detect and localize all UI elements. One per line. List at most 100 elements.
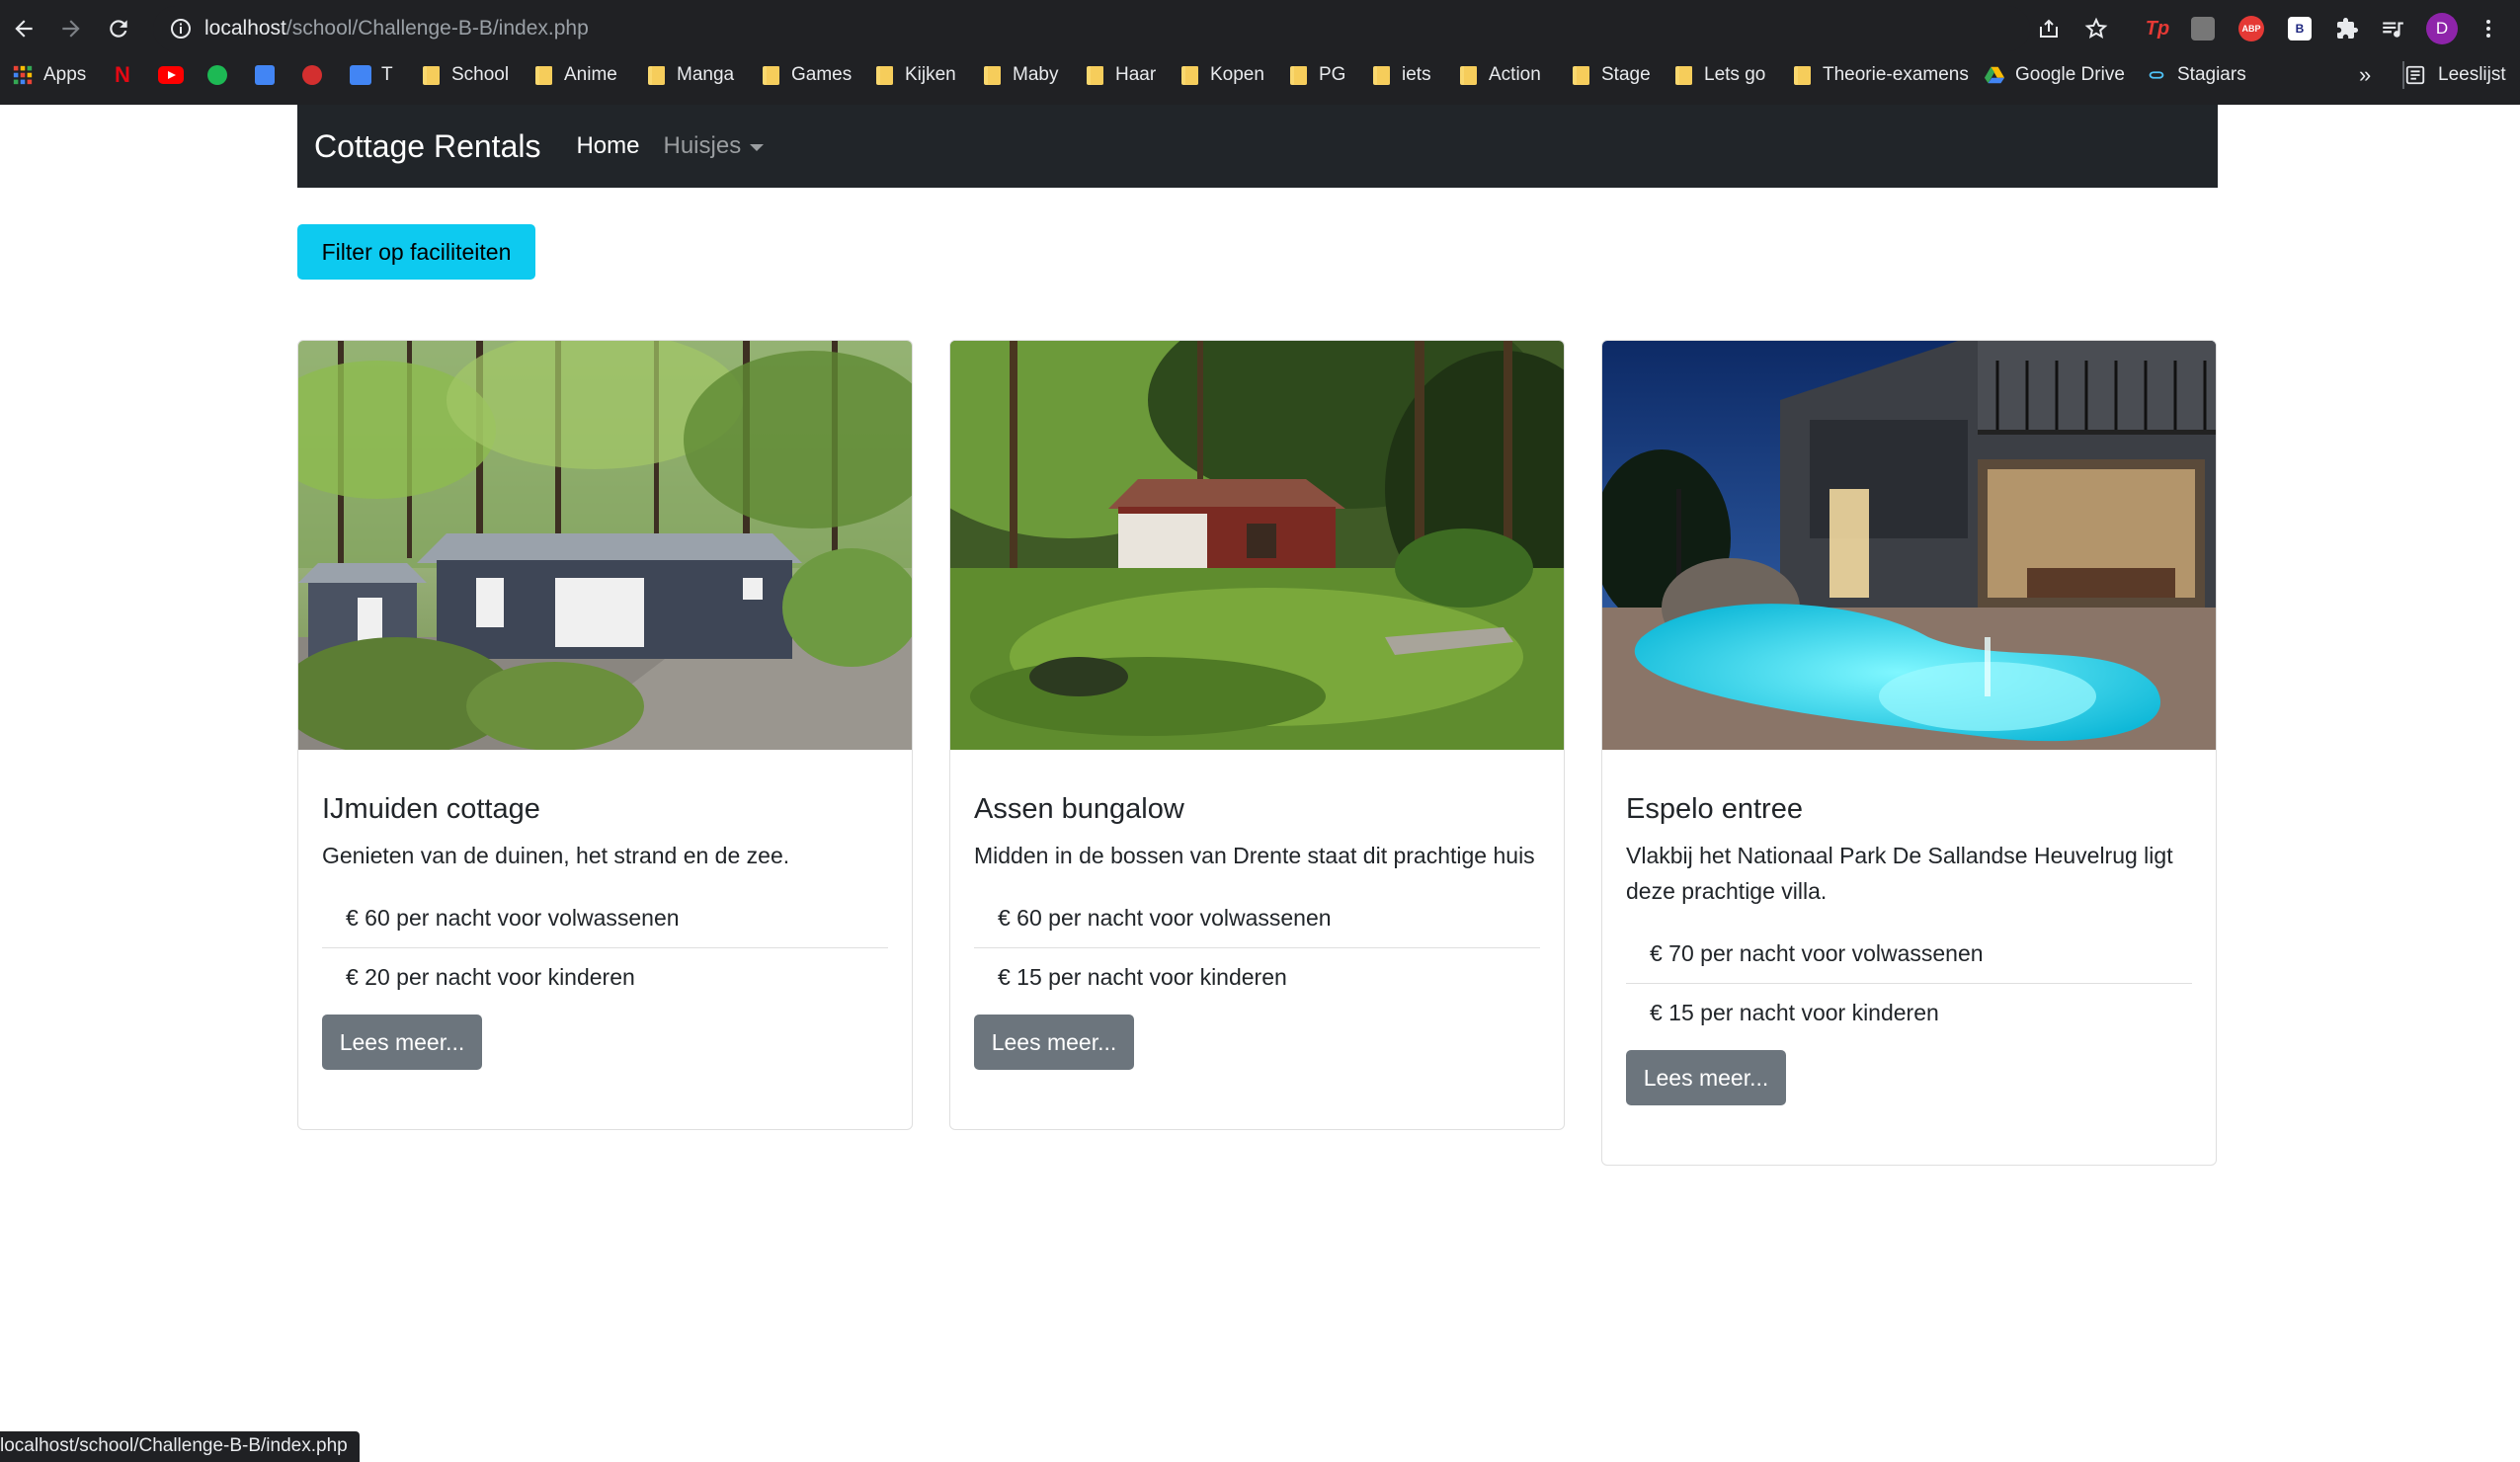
read-more-button[interactable]: Lees meer...	[1626, 1050, 1786, 1105]
bookmark-label: Stage	[1601, 64, 1651, 85]
folder-icon	[1181, 65, 1198, 85]
arrow-left-icon	[15, 20, 33, 38]
youtube-bookmark[interactable]	[158, 57, 184, 93]
bookmark-label: School	[451, 64, 510, 85]
folder-icon	[423, 65, 440, 85]
extension-icon[interactable]	[2191, 17, 2215, 41]
bookmark-folder-haar[interactable]: Haar	[1087, 57, 1156, 93]
bookmark-folder-theorie[interactable]: Theorie-examens	[1794, 57, 1969, 93]
google-drive-icon	[1984, 66, 2005, 84]
price-list: € 60 per nacht voor volwassenen € 20 per…	[298, 889, 912, 1007]
link-icon	[2149, 71, 2164, 79]
nav-huisjes-dropdown[interactable]: Huisjes	[664, 132, 765, 160]
reading-list-button[interactable]: Leeslijst	[2404, 57, 2506, 93]
bookmark-folder-games[interactable]: Games	[763, 57, 852, 93]
bookmark-stagiars[interactable]: Stagiars	[2146, 57, 2246, 93]
bookmark-folder-pg[interactable]: PG	[1290, 57, 1345, 93]
browser-menu-button[interactable]	[2475, 15, 2502, 42]
forward-button[interactable]	[55, 13, 87, 44]
bookmark-label: Anime	[564, 64, 617, 85]
card-title: IJmuiden cottage	[322, 793, 540, 825]
adblock-plus-icon[interactable]: ABP	[2238, 16, 2264, 41]
more-vertical-icon	[2486, 20, 2490, 38]
folder-icon	[1290, 65, 1307, 85]
media-control-button[interactable]	[2379, 15, 2406, 42]
price-adults: € 60 per nacht voor volwassenen	[346, 905, 680, 931]
folder-icon	[1373, 65, 1390, 85]
bookmark-folder-iets[interactable]: iets	[1373, 57, 1431, 93]
spotify-bookmark[interactable]	[207, 57, 235, 93]
read-more-button[interactable]: Lees meer...	[974, 1015, 1134, 1070]
bookmark-label: Kijken	[905, 64, 956, 85]
bookmark-folder-anime[interactable]: Anime	[535, 57, 617, 93]
nav-home-link[interactable]: Home	[576, 132, 639, 160]
price-children: € 15 per nacht voor kinderen	[1626, 983, 2192, 1042]
address-bar[interactable]: localhost/school/Challenge-B-B/index.php	[153, 6, 2030, 51]
bookmark-folder-manga[interactable]: Manga	[648, 57, 734, 93]
card-title: Espelo entree	[1626, 793, 1803, 825]
card-description: Vlakbij het Nationaal Park De Sallandse …	[1626, 843, 2173, 904]
cottage-card: IJmuiden cottage Genieten van de duinen,…	[297, 340, 913, 1130]
youtube-icon	[158, 66, 184, 84]
price-children: € 15 per nacht voor kinderen	[974, 947, 1540, 1007]
bookmark-folder-action[interactable]: Action	[1460, 57, 1541, 93]
browser-toolbar: localhost/school/Challenge-B-B/index.php…	[0, 0, 2520, 57]
bookmark-label: T	[381, 64, 393, 85]
bookmark-folder-kijken[interactable]: Kijken	[876, 57, 956, 93]
url-text: localhost/school/Challenge-B-B/index.php	[204, 17, 589, 40]
folder-icon	[763, 65, 779, 85]
caret-down-icon	[750, 143, 765, 151]
back-button[interactable]	[8, 13, 40, 44]
profile-avatar[interactable]: D	[2426, 13, 2458, 44]
bookmark-folder-stage[interactable]: Stage	[1573, 57, 1651, 93]
vivaldi-bookmark[interactable]	[302, 57, 330, 93]
bookmark-label: Google Drive	[2015, 64, 2125, 85]
folder-icon	[1794, 65, 1811, 85]
tp-extension-icon[interactable]: Tp	[2144, 15, 2171, 42]
bookmark-label: Theorie-examens	[1823, 64, 1969, 85]
bookmarks-overflow-button[interactable]: »	[2359, 57, 2371, 93]
cottage-image	[298, 341, 912, 750]
folder-icon	[1573, 65, 1589, 85]
b-extension-icon[interactable]: B	[2288, 17, 2312, 41]
bookmark-star-button[interactable]	[2082, 15, 2110, 42]
share-icon	[2040, 19, 2058, 38]
bookmark-label: Haar	[1115, 64, 1157, 85]
bookmark-apps[interactable]: Apps	[12, 57, 86, 93]
extensions-button[interactable]	[2333, 15, 2361, 42]
bookmark-label: PG	[1319, 64, 1346, 85]
folder-icon	[535, 65, 552, 85]
bookmarks-bar: Apps N T School Anime Manga Games Kijken…	[0, 57, 2520, 105]
cottage-image	[950, 341, 1564, 750]
read-more-button[interactable]: Lees meer...	[322, 1015, 482, 1070]
info-icon[interactable]	[169, 17, 193, 41]
bookmark-folder-school[interactable]: School	[423, 57, 509, 93]
navbar-brand[interactable]: Cottage Rentals	[314, 128, 540, 165]
price-list: € 70 per nacht voor volwassenen € 15 per…	[1602, 925, 2216, 1042]
bookmark-folder-kopen[interactable]: Kopen	[1181, 57, 1264, 93]
reload-icon	[110, 20, 127, 38]
bookmark-folder-lets-go[interactable]: Lets go	[1675, 57, 1765, 93]
star-icon	[2084, 17, 2108, 39]
reload-button[interactable]	[103, 13, 134, 44]
folder-icon	[1087, 65, 1103, 85]
apps-grid-icon	[13, 65, 33, 85]
browser-chrome: localhost/school/Challenge-B-B/index.php…	[0, 0, 2520, 105]
site-navbar: Cottage Rentals Home Huisjes	[297, 105, 2218, 188]
cottage-image	[1602, 341, 2216, 750]
folder-icon	[1460, 65, 1477, 85]
price-adults: € 70 per nacht voor volwassenen	[1650, 940, 1984, 966]
bookmark-google-drive[interactable]: Google Drive	[1984, 57, 2125, 93]
filter-facilities-button[interactable]: Filter op faciliteiten	[297, 224, 535, 280]
cottage-card: Assen bungalow Midden in de bossen van D…	[949, 340, 1565, 1130]
calendar-icon	[255, 65, 275, 85]
netflix-bookmark-icon[interactable]: N	[115, 57, 130, 93]
bookmark-label: iets	[1402, 64, 1431, 85]
share-button[interactable]	[2035, 15, 2063, 42]
bookmark-folder-maby[interactable]: Maby	[984, 57, 1058, 93]
cottage-card: Espelo entree Vlakbij het Nationaal Park…	[1601, 340, 2217, 1166]
calendar-bookmark[interactable]	[255, 57, 275, 93]
price-adults: € 60 per nacht voor volwassenen	[998, 905, 1332, 931]
bookmark-t[interactable]: T	[350, 57, 393, 93]
bookmark-label: Kopen	[1210, 64, 1264, 85]
